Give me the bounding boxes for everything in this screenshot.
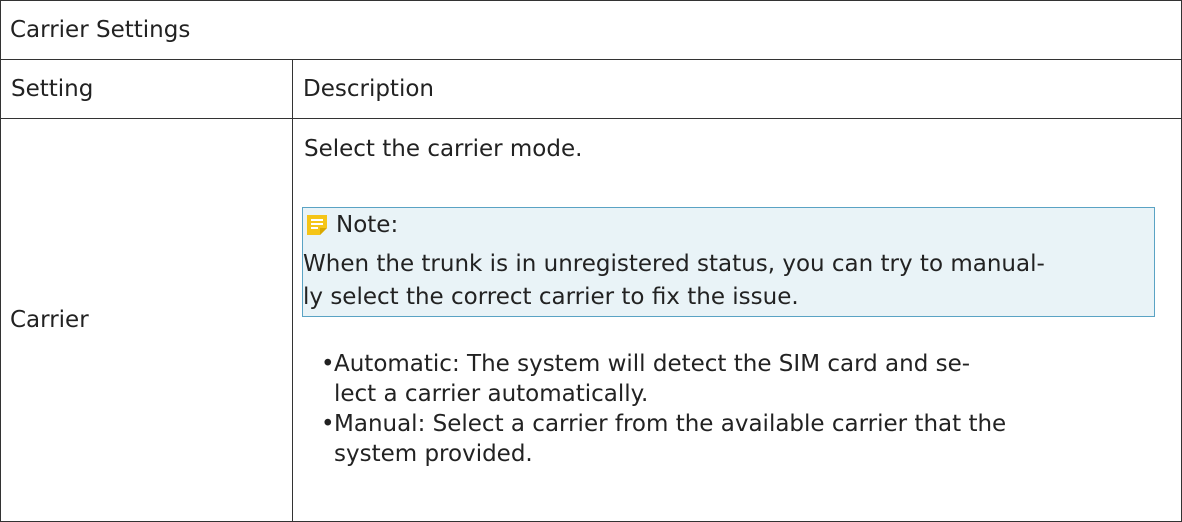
note-line: ly select the correct carrier to fix the… [303,284,799,310]
option-line: Manual: Select a carrier from the availa… [334,411,1007,437]
carrier-mode-options: • Automatic: The system will detect the … [321,349,1141,469]
table-title: Carrier Settings [0,0,1182,60]
note-icon [306,214,328,236]
carrier-settings-table: Carrier Settings Setting Description Car… [0,0,1182,522]
note-line: When the trunk is in unregistered status… [303,251,1045,277]
list-item: • Automatic: The system will detect the … [321,349,1141,409]
bullet: • [321,351,335,377]
option-line: system provided. [334,441,533,467]
list-item: • Manual: Select a carrier from the avai… [321,409,1141,469]
note-header: Note: [306,212,398,238]
description-intro: Select the carrier mode. [304,136,583,162]
setting-name-cell: Carrier [0,118,293,522]
note-label: Note: [336,212,399,238]
note-text: When the trunk is in unregistered status… [303,248,1149,314]
header-setting: Setting [0,59,293,119]
bullet: • [321,411,335,437]
option-line: lect a carrier automatically. [334,381,649,407]
header-description: Description [292,59,1182,119]
table-row: Carrier Select the carrier mode. Note: W… [0,118,1182,522]
option-line: Automatic: The system will detect the SI… [334,351,971,377]
description-cell: Select the carrier mode. Note: When the … [292,118,1182,522]
note-box: Note: When the trunk is in unregistered … [302,207,1155,317]
